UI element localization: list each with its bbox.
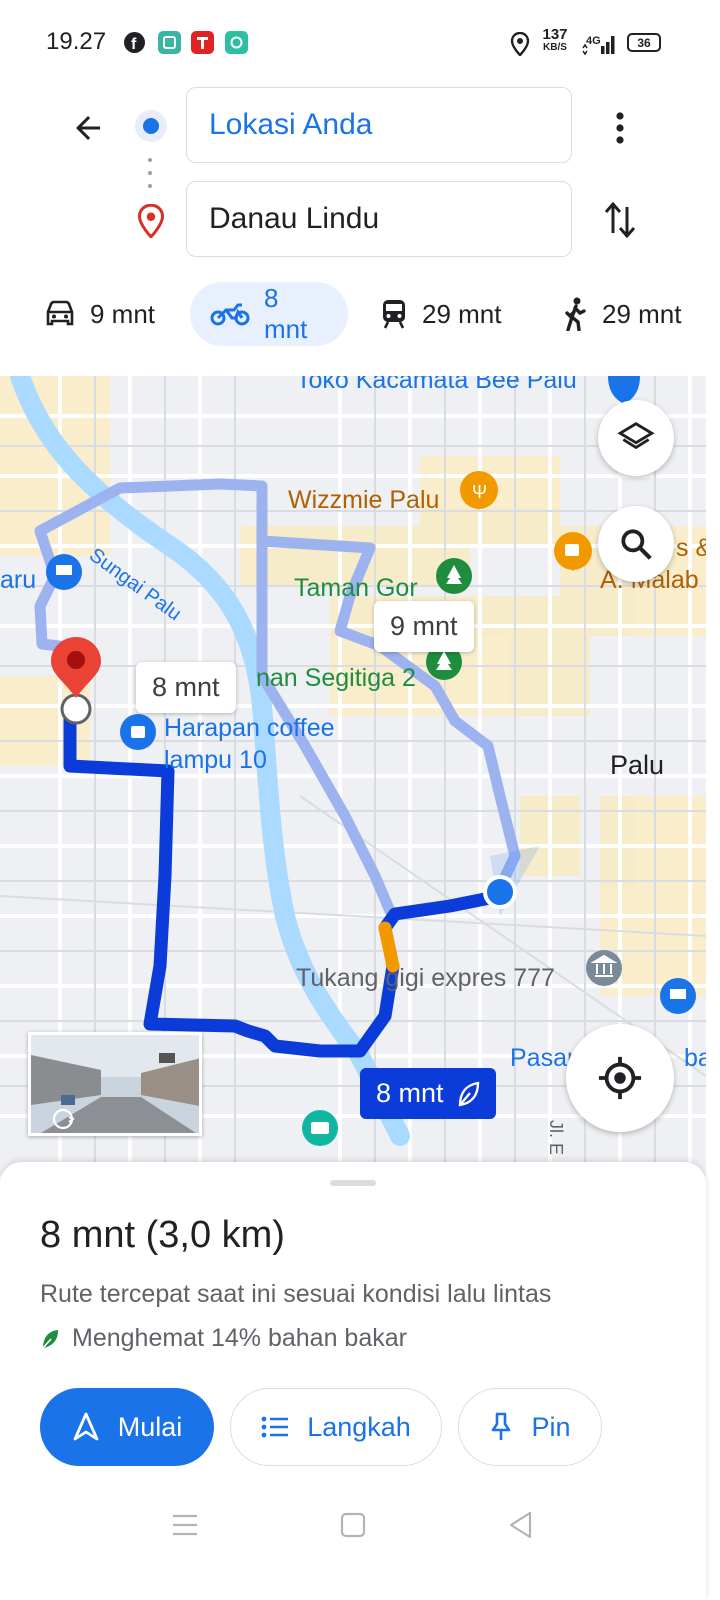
motorcycle-icon bbox=[210, 301, 250, 327]
search-icon bbox=[621, 529, 652, 560]
route-summary: 8 mnt (3,0 km) bbox=[40, 1214, 285, 1256]
signal-icon: 4G bbox=[580, 30, 618, 61]
app-icon-teal bbox=[158, 31, 181, 54]
destination-field[interactable]: Danau Lindu bbox=[186, 181, 572, 257]
nav-menu-button[interactable] bbox=[170, 1510, 200, 1540]
mode-time-motorcycle: 8 mnt bbox=[264, 283, 308, 344]
system-nav-bar bbox=[0, 1496, 720, 1556]
start-button[interactable]: Mulai bbox=[40, 1388, 214, 1466]
layers-icon bbox=[617, 422, 655, 450]
sheet-drag-handle[interactable] bbox=[330, 1180, 376, 1186]
swap-route-button[interactable] bbox=[596, 194, 644, 246]
eco-leaf-icon bbox=[40, 1328, 60, 1350]
svg-text:Ψ: Ψ bbox=[472, 482, 487, 502]
map-label-tukang: Tukang gigi expres 777 bbox=[296, 964, 555, 992]
swap-vert-icon bbox=[604, 201, 636, 239]
nav-back-button[interactable] bbox=[506, 1510, 536, 1540]
route-callout-left[interactable]: 8 mnt bbox=[136, 662, 236, 713]
mode-tab-car[interactable]: 9 mnt bbox=[44, 282, 155, 346]
map-label-toko: Toko Kacamata Bee Palu bbox=[296, 376, 577, 394]
location-status-icon bbox=[510, 31, 530, 61]
back-button[interactable] bbox=[60, 100, 116, 156]
walking-icon bbox=[562, 297, 588, 331]
route-connector bbox=[148, 158, 152, 188]
home-square-icon bbox=[340, 1512, 366, 1538]
map-search-button[interactable] bbox=[598, 506, 674, 582]
map-view[interactable]: Ψ Toko Kacamata Bee Palu Wizzmie Palu Su… bbox=[0, 376, 706, 1176]
more-vert-icon bbox=[616, 112, 624, 144]
my-location-button[interactable] bbox=[566, 1024, 674, 1132]
my-location-icon bbox=[598, 1056, 642, 1100]
map-label-taman-segitiga: nan Segitiga 2 bbox=[256, 664, 416, 692]
origin-marker-icon bbox=[135, 110, 167, 142]
pin-button[interactable]: Pin bbox=[458, 1388, 602, 1466]
battery-level: 36 bbox=[637, 35, 651, 50]
map-label-pasar: Pasar bbox=[510, 1044, 576, 1072]
status-time: 19.27 bbox=[46, 28, 107, 55]
facebook-icon: f bbox=[124, 32, 145, 53]
street-view-image bbox=[31, 1035, 199, 1133]
app-icon-green bbox=[225, 31, 248, 54]
mode-time-walk: 29 mnt bbox=[602, 298, 682, 329]
route-callout-main[interactable]: 8 mnt bbox=[360, 1068, 496, 1119]
current-location-dot bbox=[483, 875, 517, 909]
destination-pin-icon bbox=[136, 203, 166, 243]
map-label-harapan: Harapan coffee bbox=[164, 714, 335, 742]
map-label-pasar-suffix: ba bbox=[684, 1044, 706, 1072]
net-speed: 137 KB/S bbox=[540, 26, 570, 54]
navigation-arrow-icon bbox=[72, 1412, 100, 1442]
list-icon bbox=[261, 1416, 289, 1438]
route-callout-main-label: 8 mnt bbox=[376, 1078, 444, 1108]
map-label-palu: Palu bbox=[610, 750, 665, 780]
app-icon-red bbox=[191, 31, 214, 54]
more-options-button[interactable] bbox=[600, 100, 640, 156]
mode-time-transit: 29 mnt bbox=[422, 298, 502, 329]
route-callout-alt[interactable]: 9 mnt bbox=[374, 601, 474, 652]
map-label-aru: aru bbox=[0, 566, 37, 594]
nav-home-button[interactable] bbox=[338, 1510, 368, 1540]
pushpin-icon bbox=[489, 1412, 513, 1442]
map-label-cafe: s & bbox=[676, 534, 706, 562]
fuel-savings-text: Menghemat 14% bahan bakar bbox=[72, 1324, 407, 1352]
street-view-thumbnail[interactable] bbox=[28, 1032, 202, 1136]
start-button-label: Mulai bbox=[117, 1411, 183, 1442]
map-label-taman-gor: Taman Gor bbox=[294, 574, 418, 602]
steps-button[interactable]: Langkah bbox=[230, 1388, 442, 1466]
origin-field[interactable]: Lokasi Anda bbox=[186, 87, 572, 163]
mode-time-car: 9 mnt bbox=[90, 298, 156, 329]
train-icon bbox=[380, 298, 408, 330]
car-icon bbox=[44, 300, 76, 328]
eco-leaf-icon bbox=[456, 1081, 480, 1107]
fuel-savings: Menghemat 14% bahan bakar bbox=[40, 1324, 407, 1353]
back-triangle-icon bbox=[509, 1511, 532, 1539]
battery-icon: 36 bbox=[627, 33, 661, 52]
steps-button-label: Langkah bbox=[307, 1411, 411, 1442]
mode-tab-walk[interactable]: 29 mnt bbox=[562, 282, 682, 346]
mode-tab-transit[interactable]: 29 mnt bbox=[380, 282, 502, 346]
map-label-wizzmie: Wizzmie Palu bbox=[288, 486, 440, 514]
net-speed-value: 137 bbox=[542, 26, 568, 43]
net-speed-unit: KB/S bbox=[543, 42, 567, 53]
mode-tab-motorcycle[interactable]: 8 mnt bbox=[190, 282, 348, 346]
menu-icon bbox=[173, 1514, 197, 1536]
network-type: 4G bbox=[586, 35, 601, 47]
route-description: Rute tercepat saat ini sesuai kondisi la… bbox=[40, 1280, 552, 1308]
map-label-jl: Jl. E bbox=[546, 1120, 566, 1156]
map-layers-button[interactable] bbox=[598, 400, 674, 476]
arrow-back-icon bbox=[76, 116, 100, 140]
pin-button-label: Pin bbox=[531, 1411, 571, 1442]
map-label-harapan-2: lampu 10 bbox=[164, 746, 267, 774]
status-bar: 19.27 f 137 KB/S 4G 36 bbox=[0, 0, 720, 86]
svg-text:f: f bbox=[131, 36, 137, 53]
